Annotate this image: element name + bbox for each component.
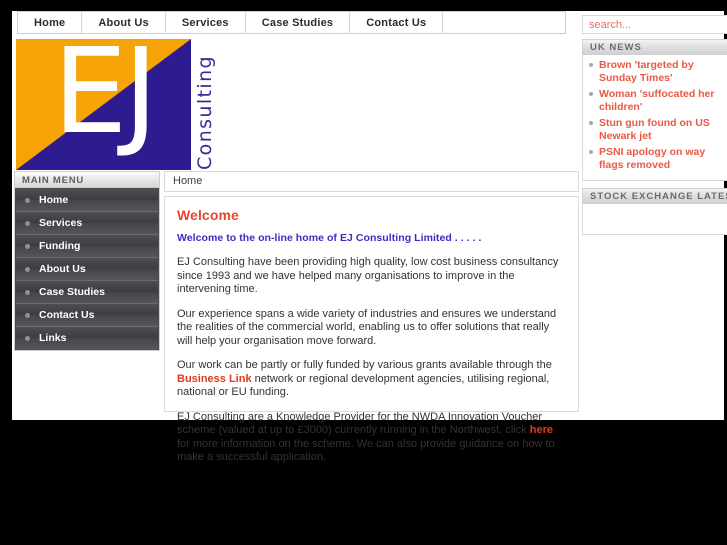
news-item[interactable]: Brown 'targeted by Sunday Times' <box>587 59 724 85</box>
top-navigation: Home About Us Services Case Studies Cont… <box>17 11 566 34</box>
stock-exchange-panel <box>582 204 727 235</box>
sidebar-item-about-us[interactable]: About Us <box>16 258 158 281</box>
bullet-icon <box>25 244 30 249</box>
sidebar-menu: Home Services Funding About Us Case Stud… <box>14 188 160 351</box>
sidebar-item-funding[interactable]: Funding <box>16 235 158 258</box>
news-list: Brown 'targeted by Sunday Times' Woman '… <box>587 59 724 172</box>
nav-label: Home <box>34 16 66 29</box>
sidebar-item-label: Funding <box>39 240 81 252</box>
news-item[interactable]: Stun gun found on US Newark jet <box>587 117 724 143</box>
sidebar: MAIN MENU Home Services Funding About Us… <box>14 171 160 351</box>
bullet-icon <box>25 313 30 318</box>
sidebar-item-label: Services <box>39 217 83 229</box>
panel-gap <box>582 181 727 188</box>
site-logo: EJ Consulting <box>16 39 226 173</box>
para4-before: EJ Consulting are a Knowledge Provider f… <box>177 410 543 437</box>
bullet-icon <box>25 267 30 272</box>
news-item[interactable]: PSNI apology on way flags removed <box>587 146 724 172</box>
news-item[interactable]: Woman 'suffocated her children' <box>587 88 724 114</box>
logo-letters: EJ <box>52 39 158 160</box>
uk-news-panel: Brown 'targeted by Sunday Times' Woman '… <box>582 55 727 181</box>
page-title: Welcome <box>177 207 239 223</box>
main-content: Welcome Welcome to the on-line home of E… <box>164 196 579 463</box>
bullet-icon <box>589 92 593 96</box>
sidebar-item-case-studies[interactable]: Case Studies <box>16 281 158 304</box>
sidebar-item-label: Home <box>39 194 69 206</box>
nav-label: Contact Us <box>366 16 427 29</box>
news-headline: Brown 'targeted by Sunday Times' <box>599 59 694 84</box>
nav-label: About Us <box>98 16 149 29</box>
sidebar-item-contact-us[interactable]: Contact Us <box>16 304 158 327</box>
sidebar-header: MAIN MENU <box>14 171 160 188</box>
business-link-link[interactable]: Business Link <box>177 373 252 385</box>
nav-label: Case Studies <box>261 16 334 29</box>
search-input[interactable] <box>583 16 727 33</box>
sidebar-item-label: Links <box>39 332 67 344</box>
bullet-icon <box>589 150 593 154</box>
sidebar-item-links[interactable]: Links <box>16 327 158 349</box>
para4-after: for more information on the scheme. We c… <box>177 437 555 464</box>
stock-exchange-header: STOCK EXCHANGE LATEST <box>582 188 727 204</box>
bullet-icon <box>25 290 30 295</box>
search-box[interactable] <box>582 15 727 34</box>
nav-label: Services <box>181 16 229 29</box>
content-paragraph-4: EJ Consulting are a Knowledge Provider f… <box>177 411 566 465</box>
bullet-icon <box>25 336 30 341</box>
news-headline: Woman 'suffocated her children' <box>599 88 715 113</box>
bullet-icon <box>589 121 593 125</box>
breadcrumb: Home <box>164 171 579 192</box>
right-column: UK NEWS Brown 'targeted by Sunday Times'… <box>582 39 727 235</box>
nav-item-about-us[interactable]: About Us <box>82 12 166 33</box>
content-paragraph-2: Our experience spans a wide variety of i… <box>177 307 557 347</box>
page-frame: Home About Us Services Case Studies Cont… <box>12 11 727 463</box>
nav-item-case-studies[interactable]: Case Studies <box>246 12 351 33</box>
logo-vertical-text: Consulting <box>194 55 216 170</box>
sidebar-item-home[interactable]: Home <box>16 189 158 212</box>
sidebar-item-services[interactable]: Services <box>16 212 158 235</box>
nav-item-contact-us[interactable]: Contact Us <box>350 12 444 33</box>
sidebar-item-label: Contact Us <box>39 309 95 321</box>
bullet-icon <box>589 63 593 67</box>
content-paragraph-1: EJ Consulting have been providing high q… <box>177 256 559 295</box>
nav-item-services[interactable]: Services <box>166 12 246 33</box>
content-lede: Welcome to the on-line home of EJ Consul… <box>177 232 482 244</box>
para3-before: Our work can be partly or fully funded b… <box>177 359 552 371</box>
uk-news-header: UK NEWS <box>582 39 727 55</box>
bullet-icon <box>25 198 30 203</box>
breadcrumb-current: Home <box>173 175 203 187</box>
news-headline: PSNI apology on way flags removed <box>599 146 706 171</box>
content-paragraph-3: Our work can be partly or fully funded b… <box>177 359 566 400</box>
sidebar-item-label: About Us <box>39 263 86 275</box>
here-link[interactable]: here <box>530 424 553 436</box>
bullet-icon <box>25 221 30 226</box>
news-headline: Stun gun found on US Newark jet <box>599 117 710 142</box>
nav-item-home[interactable]: Home <box>18 12 83 33</box>
nav-filler <box>443 12 565 33</box>
logo-square-icon: EJ <box>16 39 191 170</box>
sidebar-item-label: Case Studies <box>39 286 105 298</box>
